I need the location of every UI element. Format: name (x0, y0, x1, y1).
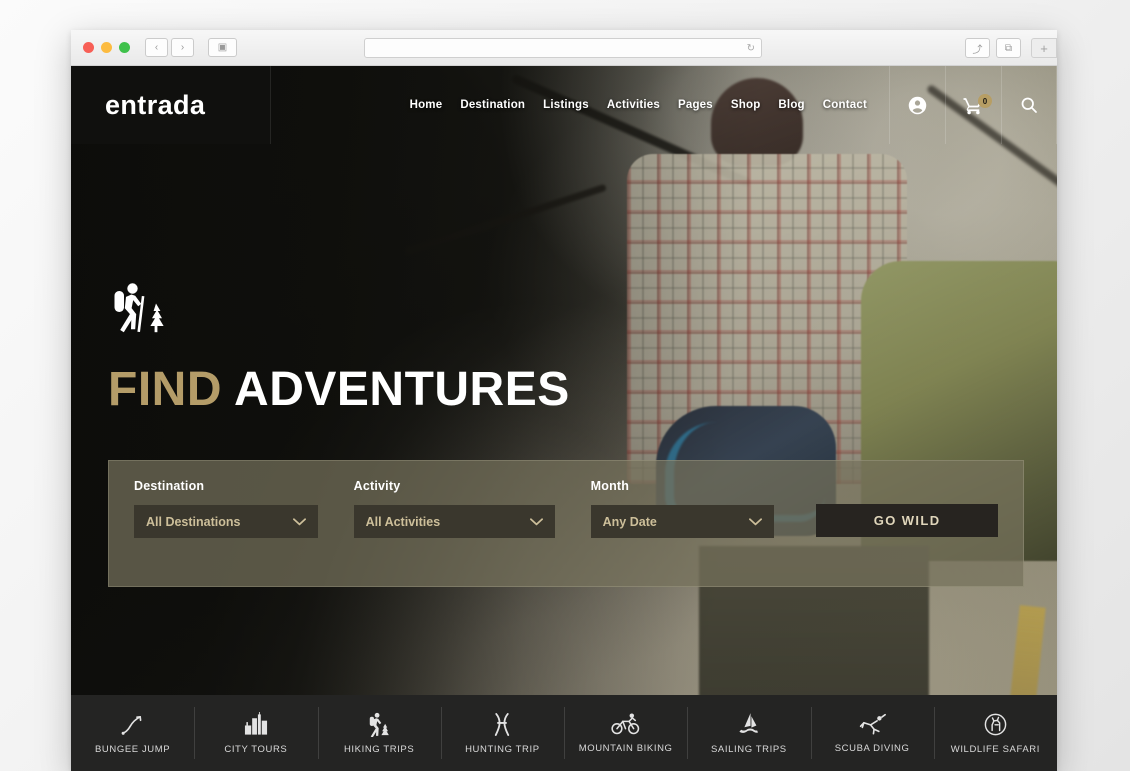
activity-item-bungee-jump[interactable]: BUNGEE JUMP (71, 695, 194, 771)
browser-window: ‹ › ▣ ↻ ⤴ ⧉ + entrada Home Destination L… (71, 30, 1057, 771)
forward-button[interactable]: › (171, 38, 194, 57)
close-window-button[interactable] (83, 42, 94, 53)
destination-select-value: All Destinations (146, 514, 241, 529)
activity-label: Activity (353, 479, 401, 493)
search-button[interactable] (1001, 66, 1057, 144)
nav-item-contact[interactable]: Contact (823, 99, 867, 111)
page-title: FIND ADVENTURES (108, 366, 570, 414)
activity-label: SAILING TRIPS (711, 743, 787, 755)
maximize-window-button[interactable] (119, 42, 130, 53)
reload-icon[interactable]: ↻ (747, 43, 761, 54)
activity-label: HIKING TRIPS (343, 743, 415, 755)
trip-search-panel: Destination All Destinations Activity Al… (108, 460, 1024, 587)
destination-field-group: Destination All Destinations (134, 479, 318, 538)
activity-item-scuba-diving[interactable]: SCUBA DIVING (810, 695, 934, 771)
city-tours-icon (243, 711, 269, 737)
wildlife-safari-icon (984, 713, 1007, 735)
account-circle-icon (907, 95, 928, 116)
account-button[interactable] (889, 66, 945, 144)
hero-content: FIND ADVENTURES (108, 281, 570, 414)
activity-select-value: All Activities (365, 514, 441, 529)
traffic-lights (71, 42, 130, 53)
nav-item-destination[interactable]: Destination (460, 99, 525, 111)
site-logo[interactable]: entrada (105, 90, 205, 121)
chevron-down-icon (749, 513, 763, 531)
new-tab-button[interactable]: + (1031, 38, 1057, 58)
activity-category-bar: BUNGEE JUMP CITY TOURS HIKING TRIPS HUNT… (71, 695, 1057, 771)
destination-label: Destination (134, 479, 205, 493)
activity-item-sailing-trips[interactable]: SAILING TRIPS (687, 695, 810, 771)
nav-item-listings[interactable]: Listings (543, 99, 589, 111)
activity-label: HUNTING TRIP (465, 743, 540, 755)
search-icon (1019, 95, 1039, 115)
hunting-trip-icon (490, 712, 514, 737)
nav-item-pages[interactable]: Pages (678, 99, 713, 111)
activity-label: BUNGEE JUMP (95, 743, 171, 755)
mountain-biking-icon (611, 712, 640, 736)
nav-item-shop[interactable]: Shop (731, 99, 761, 111)
hero-title-accent: FIND (108, 363, 222, 416)
activity-item-city-tours[interactable]: CITY TOURS (194, 695, 317, 771)
cart-button[interactable]: 0 (945, 66, 1001, 144)
browser-right-controls: ⤴ ⧉ + (965, 38, 1057, 58)
hero-title-main: ADVENTURES (234, 363, 570, 416)
scuba-diving-icon (859, 713, 886, 735)
activity-select[interactable]: All Activities (353, 505, 555, 538)
month-select[interactable]: Any Date (590, 505, 775, 538)
hiker-tree-icon (108, 281, 570, 344)
main-navigation: Home Destination Listings Activities Pag… (271, 66, 889, 144)
hero-overlay-scrim (71, 66, 1057, 771)
sailing-trips-icon (739, 712, 758, 733)
month-select-value: Any Date (602, 514, 657, 529)
go-wild-button[interactable]: GO WILD (816, 504, 998, 537)
activity-label: MOUNTAIN BIKING (578, 743, 673, 754)
minimize-window-button[interactable] (101, 42, 112, 53)
activity-item-hiking-trips[interactable]: HIKING TRIPS (317, 695, 441, 771)
browser-nav-group: ‹ › ▣ (145, 38, 237, 57)
browser-titlebar: ‹ › ▣ ↻ ⤴ ⧉ + (71, 30, 1057, 66)
month-label: Month (590, 479, 630, 493)
nav-item-blog[interactable]: Blog (778, 99, 804, 111)
back-button[interactable]: ‹ (145, 38, 168, 57)
site-header: entrada Home Destination Listings Activi… (71, 66, 1057, 144)
share-icon[interactable]: ⤴ (965, 38, 990, 58)
chevron-down-icon (529, 513, 543, 531)
cart-count-badge: 0 (978, 94, 992, 108)
chevron-down-icon (292, 513, 306, 531)
nav-item-activities[interactable]: Activities (607, 99, 660, 111)
activity-item-mountain-biking[interactable]: MOUNTAIN BIKING (564, 695, 687, 771)
activity-label: SCUBA DIVING (834, 742, 910, 754)
month-field-group: Month Any Date (590, 479, 775, 538)
activity-field-group: Activity All Activities (353, 479, 555, 538)
address-bar[interactable]: ↻ (364, 38, 762, 58)
tab-overview-icon[interactable]: ⧉ (996, 38, 1021, 58)
sidebar-toggle-button[interactable]: ▣ (208, 38, 237, 57)
activity-item-hunting-trip[interactable]: HUNTING TRIP (440, 695, 564, 771)
activity-item-wildlife-safari[interactable]: WILDLIFE SAFARI (933, 695, 1057, 771)
nav-item-home[interactable]: Home (410, 99, 443, 111)
activity-label: CITY TOURS (224, 743, 288, 755)
bungee-jump-icon (119, 712, 146, 737)
hiking-trips-icon (366, 712, 392, 737)
site-viewport: entrada Home Destination Listings Activi… (71, 66, 1057, 771)
logo-block[interactable]: entrada (71, 66, 271, 144)
destination-select[interactable]: All Destinations (134, 505, 318, 538)
activity-label: WILDLIFE SAFARI (950, 743, 1040, 755)
